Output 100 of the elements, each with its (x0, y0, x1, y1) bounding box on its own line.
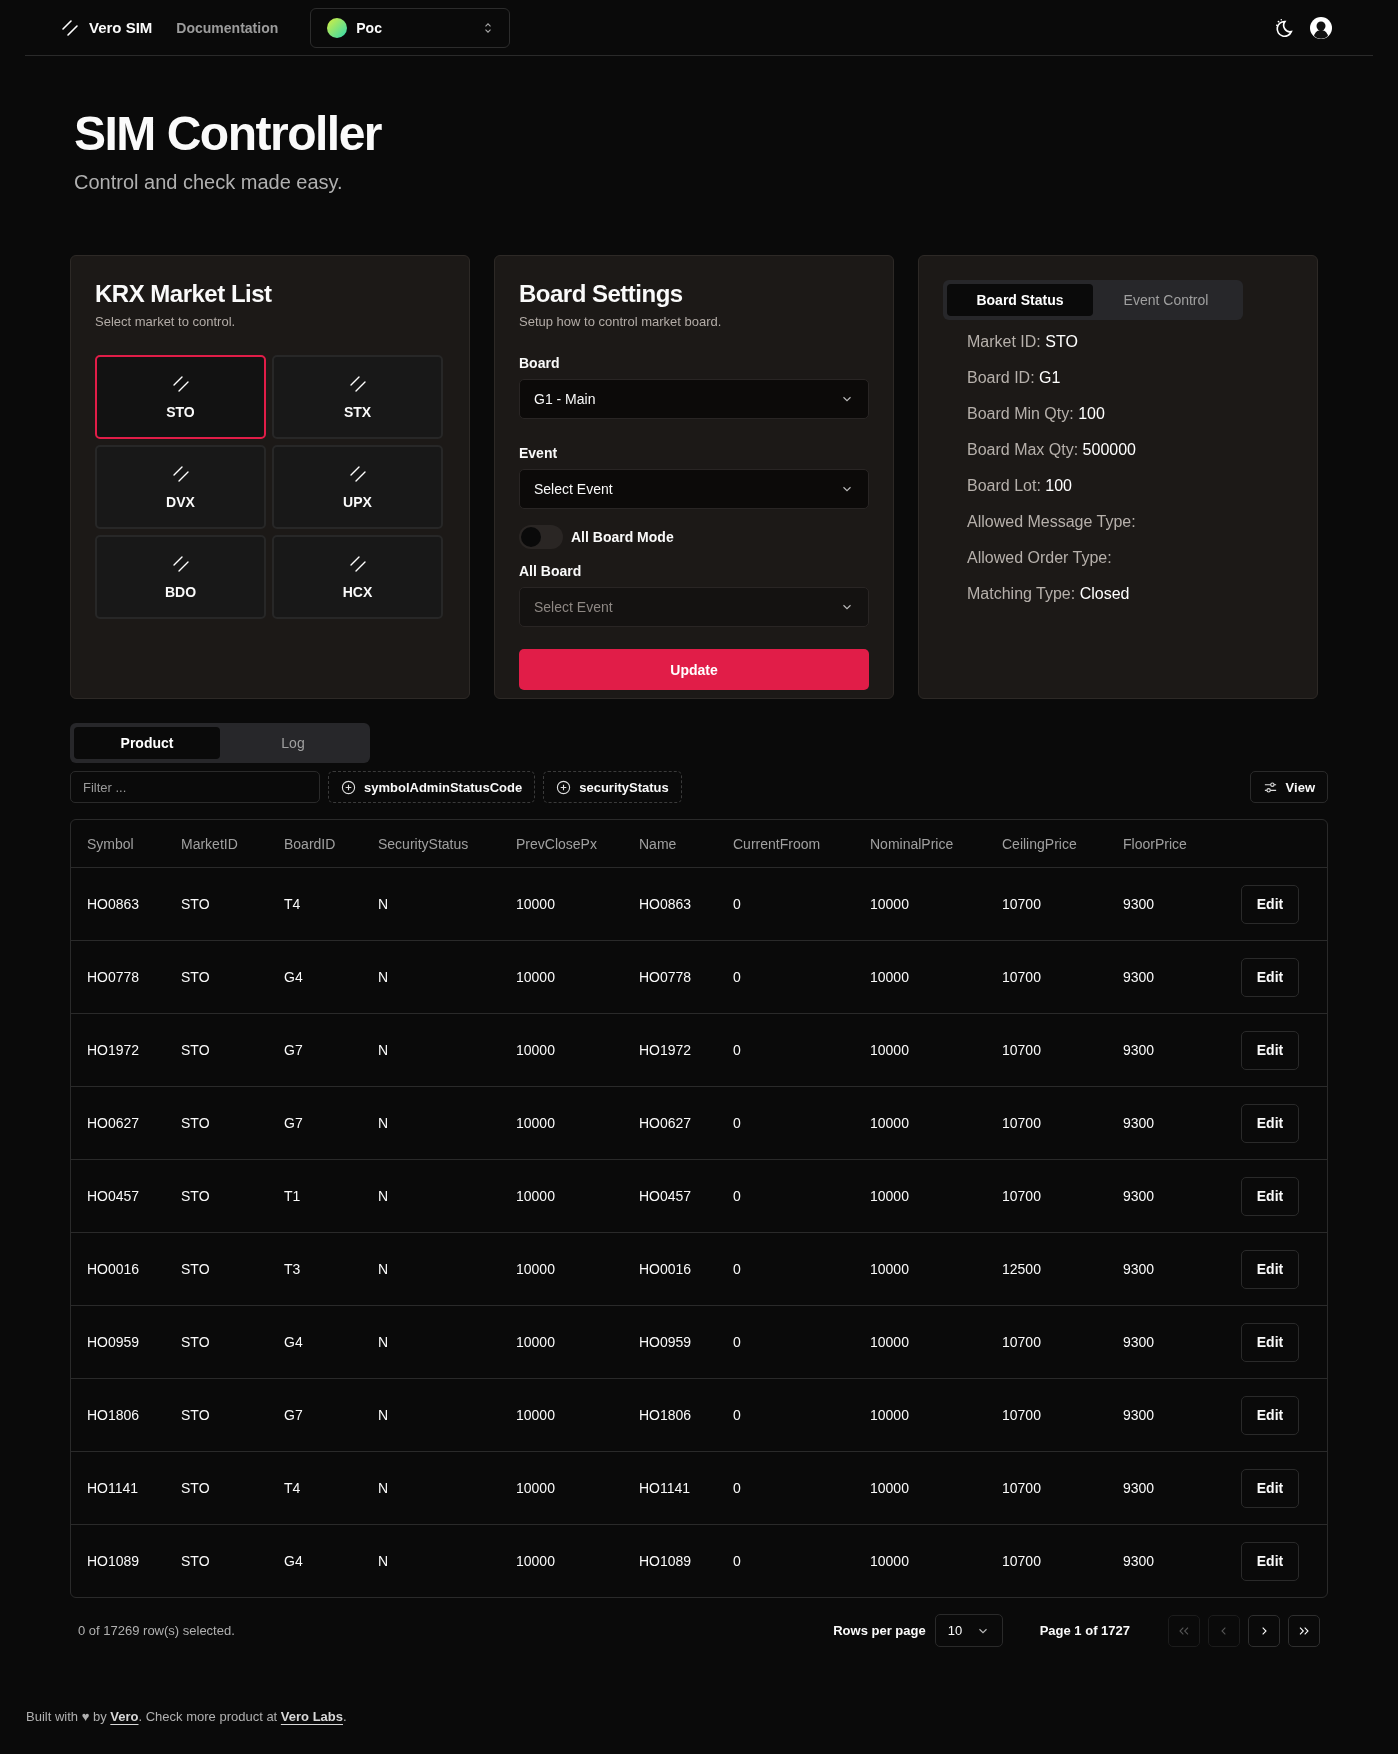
filter-field[interactable]: Filter ... (70, 771, 320, 803)
next-page-button[interactable] (1248, 1614, 1280, 1647)
update-button[interactable]: Update (519, 649, 869, 690)
facet-filter-button[interactable]: symbolAdminStatusCode (328, 771, 536, 803)
brand-name[interactable]: Vero SIM (89, 19, 153, 36)
edit-button[interactable]: Edit (1241, 1541, 1299, 1581)
table-cell-text: 10700 (1002, 969, 1042, 985)
table-cell-text: G7 (284, 1042, 304, 1058)
board-select[interactable]: G1 - Main (519, 379, 869, 419)
project-selector[interactable]: Poc (310, 7, 511, 48)
edit-button[interactable]: Edit (1241, 1249, 1299, 1289)
logo-icon (60, 17, 80, 38)
table-cell-text: HO0016 (87, 1261, 141, 1277)
table-cell-text: 10000 (516, 896, 556, 912)
nav-link[interactable]: Documentation (176, 19, 279, 36)
edit-button[interactable]: Edit (1241, 1103, 1299, 1143)
chevron-up-down-icon (483, 20, 494, 35)
market-tile[interactable]: STX (272, 355, 443, 439)
column-header: Symbol (87, 835, 135, 852)
toggle-switch[interactable] (519, 525, 563, 549)
table-cell-text: HO0778 (639, 969, 693, 985)
edit-button[interactable]: Edit (1241, 1468, 1299, 1508)
table-cell-text: N (378, 1115, 390, 1131)
table-cell-text: STO (181, 1042, 211, 1058)
table-cell-text: 0 (733, 1261, 742, 1277)
table-cell-text: 10000 (870, 1042, 910, 1058)
table-cell-text: 10700 (1002, 1188, 1042, 1204)
last-page-button[interactable] (1288, 1614, 1320, 1647)
table-cell-text: 10700 (1002, 1042, 1042, 1058)
table-cell-text: 10000 (516, 1334, 556, 1350)
table-cell-text: T3 (284, 1261, 302, 1277)
edit-button[interactable]: Edit (1241, 1395, 1299, 1435)
view-options-button[interactable]: View (1249, 771, 1328, 803)
tab[interactable]: Log (220, 727, 366, 759)
table-cell-text: N (378, 1261, 390, 1277)
table-cell-text: 0 (733, 969, 742, 985)
table-cell-text: 10000 (516, 1261, 556, 1277)
table-cell-text: N (378, 1188, 390, 1204)
edit-button[interactable]: Edit (1241, 1176, 1299, 1216)
table-cell-text: HO0863 (87, 896, 141, 912)
table-cell-text: STO (181, 896, 211, 912)
table-cell-text: STO (181, 1334, 211, 1350)
column-header: Name (639, 835, 678, 852)
table-cell-text: 10000 (870, 1188, 910, 1204)
edit-button[interactable]: Edit (1241, 957, 1299, 997)
facet-filter-button[interactable]: securityStatus (543, 771, 682, 803)
table-cell-text: N (378, 1553, 390, 1569)
table-cell-text: HO0457 (639, 1188, 693, 1204)
table-cell-text: HO1972 (639, 1042, 693, 1058)
table-cell-text: N (378, 1407, 390, 1423)
table-cell-text: 10000 (516, 969, 556, 985)
table-cell-text: HO0863 (639, 896, 693, 912)
plus-circle-icon (556, 779, 572, 795)
user-avatar-icon[interactable] (1309, 15, 1333, 40)
table-cell-text: N (378, 969, 390, 985)
table-cell-text: G4 (284, 1334, 304, 1350)
edit-button[interactable]: Edit (1241, 1030, 1299, 1070)
market-tile[interactable]: BDO (95, 535, 266, 619)
table-cell-text: HO0457 (87, 1188, 141, 1204)
table-cell-text: 9300 (1123, 896, 1156, 912)
market-tile[interactable]: STO (95, 355, 266, 439)
card-title: KRX Market List (95, 280, 273, 308)
market-tile[interactable]: HCX (272, 535, 443, 619)
table-cell-text: 10700 (1002, 1334, 1042, 1350)
table-cell-text: 10700 (1002, 1553, 1042, 1569)
card-title: Board Settings (519, 280, 684, 308)
card-subtitle: Setup how to control market board. (519, 314, 723, 329)
field-label: Event (519, 445, 559, 461)
footer-link[interactable]: Vero Labs (280, 1709, 343, 1724)
field-label: Board (519, 355, 561, 371)
event-select[interactable]: Select Event (519, 469, 869, 509)
status-line: Allowed Order Type: (967, 548, 1113, 568)
rows-per-page-select[interactable]: 10 (934, 1614, 1003, 1647)
selection-count: 0 of 17269 row(s) selected. (78, 1623, 235, 1638)
market-tile[interactable]: DVX (95, 445, 266, 529)
market-tile[interactable]: UPX (272, 445, 443, 529)
table-cell-text: 9300 (1123, 1188, 1156, 1204)
moon-stars-icon[interactable] (1273, 16, 1295, 39)
page-indicator: Page 1 of 1727 (1039, 1623, 1130, 1638)
table-cell-text: HO0627 (639, 1115, 693, 1131)
tab[interactable]: Product (74, 727, 220, 759)
column-header: CurrentFroom (733, 835, 822, 852)
table-cell-text: 0 (733, 1188, 742, 1204)
table-cell-text: 12500 (1002, 1261, 1042, 1277)
edit-button[interactable]: Edit (1241, 884, 1299, 924)
rows-per-page-label: Rows per page (833, 1623, 926, 1638)
table-cell-text: STO (181, 1480, 211, 1496)
tab[interactable]: Board Status (947, 284, 1093, 316)
table-cell-text: T1 (284, 1188, 302, 1204)
footer-link[interactable]: Vero (110, 1709, 139, 1724)
table-cell-text: 9300 (1123, 1407, 1156, 1423)
table-cell-text: STO (181, 969, 211, 985)
tab[interactable]: Event Control (1093, 284, 1239, 316)
footer-text: Built with ♥ by Vero. Check more product at Vero Labs. (26, 1709, 348, 1724)
table-cell-text: 10000 (870, 1480, 910, 1496)
edit-button[interactable]: Edit (1241, 1322, 1299, 1362)
column-header: PrevClosePx (516, 835, 598, 852)
status-line: Board Min Qty: 100 (967, 404, 1106, 424)
table-cell-text: HO1089 (87, 1553, 141, 1569)
table-cell-text: HO1141 (87, 1480, 140, 1496)
